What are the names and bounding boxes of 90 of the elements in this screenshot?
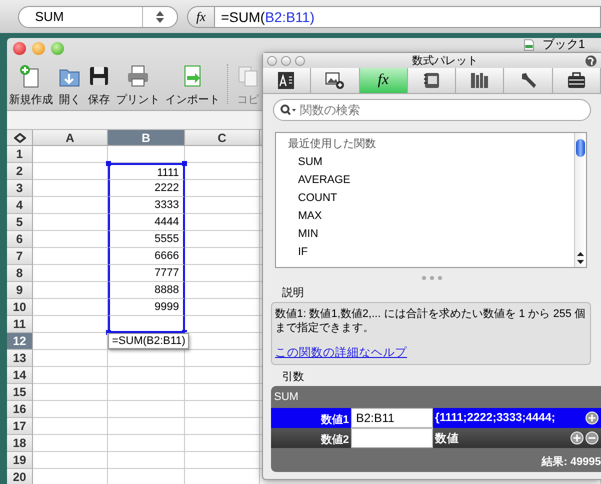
photo-album-icon [422, 71, 441, 90]
function-item[interactable]: IF [288, 243, 574, 261]
table-cell: 8888 [108, 282, 185, 299]
row-header[interactable]: 7 [7, 248, 33, 265]
palette-tab[interactable]: fx [360, 68, 408, 93]
toolbox-icon [566, 71, 586, 90]
resize-grip-icon [420, 275, 444, 281]
zoom-button[interactable] [295, 56, 305, 66]
diamond-icon [14, 132, 26, 142]
row-header[interactable]: 12 [7, 333, 33, 350]
toolbar-button[interactable]: 新規作成 [9, 64, 53, 107]
row-header[interactable]: 9 [7, 282, 33, 299]
copy-icon [236, 64, 260, 88]
selection-handle[interactable] [182, 161, 187, 166]
row-header[interactable]: 11 [7, 316, 33, 333]
palette-title: 数式パレット [412, 54, 478, 68]
row-header[interactable]: 15 [7, 384, 33, 401]
scroll-up-icon [576, 251, 585, 257]
toolbar-button[interactable]: インポート [165, 64, 220, 107]
name-box[interactable]: SUM [18, 6, 178, 28]
row-header[interactable]: 6 [7, 231, 33, 248]
description-text: 数値1: 数値1,数値2,... には合計を求めたい数値を 1 から 255 個まで指定できます。 [275, 307, 586, 335]
text-format-icon [277, 71, 296, 90]
close-button[interactable] [13, 42, 26, 55]
printer-icon [126, 64, 150, 88]
function-item[interactable]: MAX [288, 207, 574, 225]
row-header[interactable]: 19 [7, 452, 33, 469]
argument-row[interactable]: 数値2 数値 [271, 428, 601, 448]
document-icon [522, 38, 536, 50]
books-icon [470, 71, 490, 90]
scroll-down-icon [576, 259, 585, 265]
help-link[interactable]: この関数の詳細なヘルプ [275, 345, 587, 360]
add-icon [570, 431, 584, 445]
minimize-button[interactable] [281, 56, 291, 66]
row-header[interactable]: 4 [7, 197, 33, 214]
table-cell: 4444 [108, 214, 185, 231]
add-picture-icon [325, 71, 344, 90]
toolbar-button[interactable]: プリント [116, 64, 160, 107]
table-cell: 1111 [108, 163, 185, 180]
table-cell: 3333 [108, 197, 185, 214]
column-header[interactable]: A [33, 130, 108, 146]
table-cell: 9999 [108, 299, 185, 316]
table-cell: 5555 [108, 231, 185, 248]
search-field[interactable]: 関数の検索 [273, 99, 591, 121]
function-name: SUM [273, 390, 300, 405]
scroll-thumb[interactable] [576, 139, 585, 157]
result-text: 結果: 49995 [540, 455, 601, 470]
function-button[interactable]: fx [187, 6, 215, 28]
selection-handle[interactable] [106, 161, 111, 166]
argument-result: 数値 [435, 432, 459, 446]
formula-tooltip: =SUM(B2:B11) [108, 333, 190, 349]
argument-row[interactable]: 数値1 B2:B11 {1111;2222;3333;4444; [271, 408, 601, 428]
list-heading: 最近使用した関数 [288, 137, 377, 152]
function-item[interactable]: SUM [288, 153, 574, 171]
row-header[interactable]: 18 [7, 435, 33, 452]
section-label: 引数 [282, 370, 305, 384]
argument-field[interactable]: B2:B11 [351, 408, 433, 428]
function-item[interactable]: COUNT [288, 189, 574, 207]
row-header[interactable]: 8 [7, 265, 33, 282]
toolbar-button[interactable]: 保存 [87, 64, 111, 107]
add-icon [585, 411, 599, 425]
table-cell: 7777 [108, 265, 185, 282]
row-header[interactable]: 3 [7, 180, 33, 197]
select-all-button[interactable] [7, 130, 33, 146]
window-title: ブック1 [542, 38, 585, 51]
table-cell: 2222 [108, 180, 185, 197]
row-header[interactable]: 13 [7, 350, 33, 367]
row-header[interactable]: 1 [7, 146, 33, 163]
function-item[interactable]: MIN [288, 225, 574, 243]
stepper-icon [155, 10, 165, 24]
section-label: 説明 [282, 286, 305, 300]
argument-result: {1111;2222;3333;4444; [435, 412, 556, 424]
row-header[interactable]: 20 [7, 469, 33, 484]
row-header[interactable]: 5 [7, 214, 33, 231]
argument-field[interactable] [351, 428, 433, 448]
column-header[interactable]: B [108, 130, 185, 146]
remove-icon [585, 431, 599, 445]
row-header[interactable]: 14 [7, 367, 33, 384]
row-header[interactable]: 17 [7, 418, 33, 435]
row-header[interactable]: 2 [7, 163, 33, 180]
function-item[interactable]: AVERAGE [288, 171, 574, 189]
argument-name: 数値2 [320, 433, 350, 448]
close-button[interactable] [267, 56, 277, 66]
row-header[interactable]: 10 [7, 299, 33, 316]
formula-field[interactable]: =SUM(B2:B11) [215, 6, 601, 28]
toolbar-button[interactable]: 開く [58, 64, 82, 107]
argument-name: 数値1 [320, 413, 350, 428]
table-cell: 6666 [108, 248, 185, 265]
column-header[interactable]: C [185, 130, 260, 146]
row-header[interactable]: 16 [7, 401, 33, 418]
